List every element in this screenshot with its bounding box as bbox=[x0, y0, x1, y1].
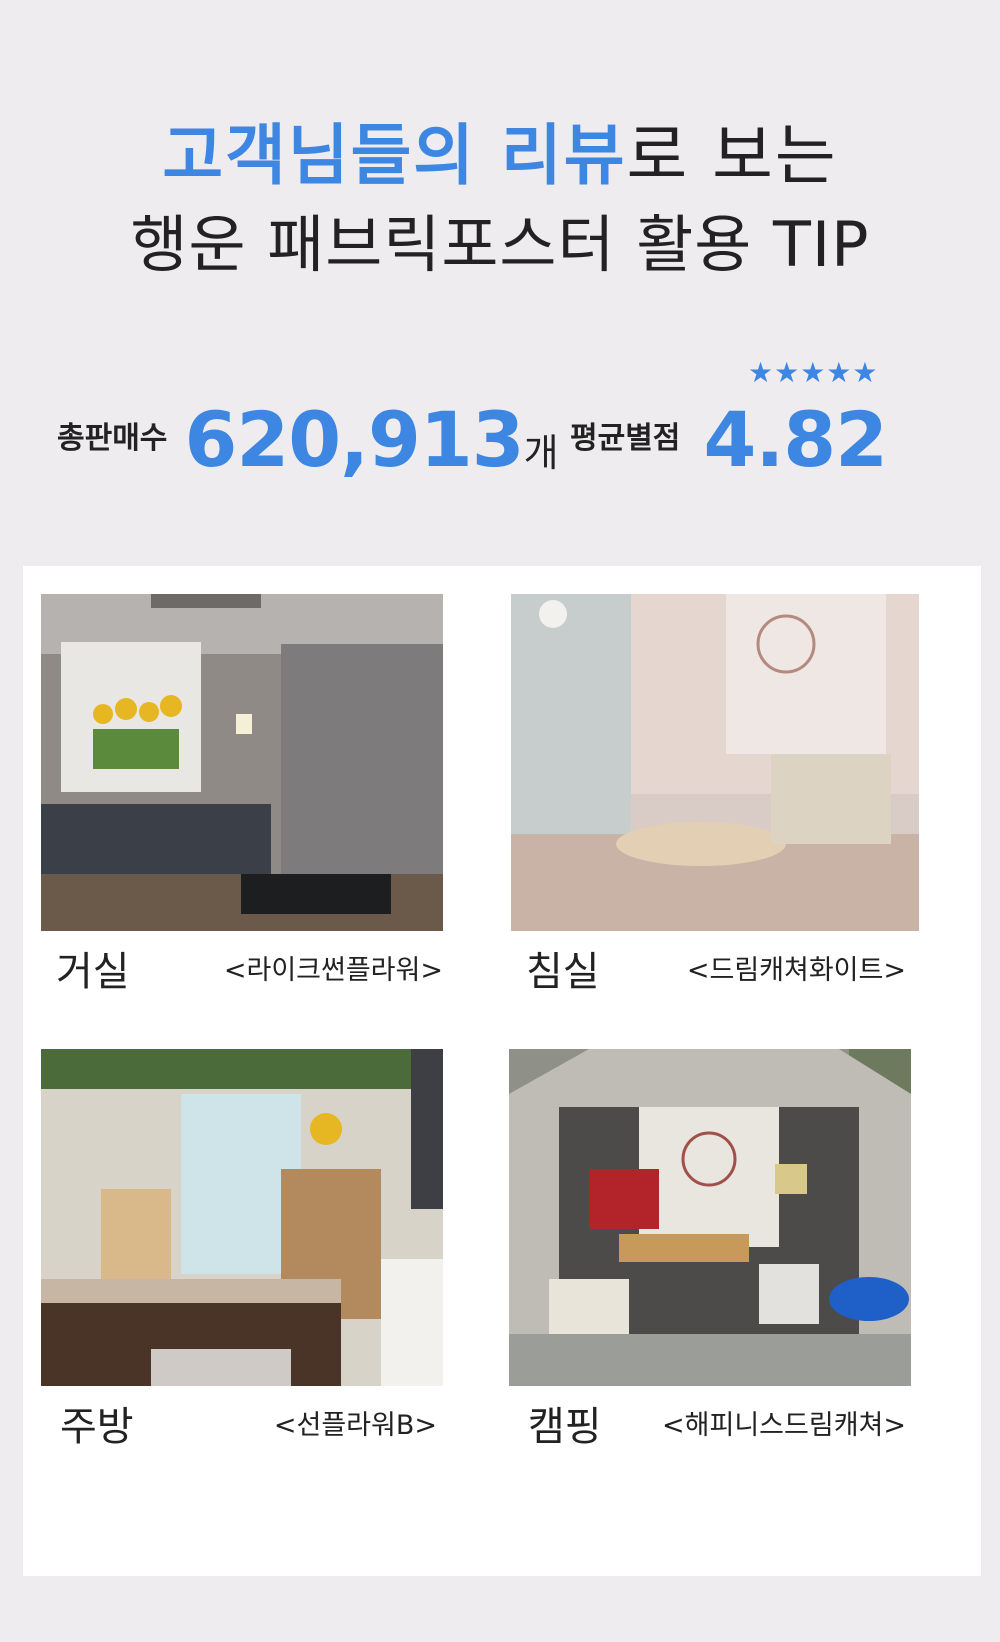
rating-stat: 평균별점 4.82 bbox=[570, 395, 889, 484]
sales-value: 620,913 bbox=[184, 395, 525, 484]
kitchen-label: 주방 bbox=[60, 1404, 134, 1450]
living-room-photo bbox=[41, 594, 443, 931]
bedroom-label: 침실 bbox=[526, 949, 600, 995]
kitchen-photo bbox=[41, 1049, 443, 1386]
living-room-label: 거실 bbox=[56, 949, 130, 995]
sales-label: 총판매수 bbox=[57, 421, 168, 456]
gallery-card: 거실 <라이크썬플라워> 침실 <드림캐쳐화이트> 주방 <선플라워B> 캠핑 … bbox=[23, 566, 981, 1576]
headline: 고객님들의 리뷰로 보는 행운 패브릭포스터 활용 TIP bbox=[0, 112, 1000, 290]
camping-label: 캠핑 bbox=[528, 1404, 602, 1450]
camping-photo bbox=[509, 1049, 911, 1386]
rating-stars-icon: ★★★★★ bbox=[748, 356, 879, 389]
rating-label: 평균별점 bbox=[570, 421, 681, 456]
headline-plain: 로 보는 bbox=[626, 117, 838, 194]
sales-stat: 총판매수 620,913개 bbox=[57, 395, 559, 484]
rating-value: 4.82 bbox=[703, 395, 889, 484]
bedroom-photo bbox=[511, 594, 919, 931]
headline-line2: 행운 패브릭포스터 활용 TIP bbox=[130, 208, 870, 281]
bedroom-product: <드림캐쳐화이트> bbox=[686, 955, 906, 986]
camping-product: <해피니스드림캐쳐> bbox=[662, 1410, 906, 1441]
headline-accent: 고객님들의 리뷰 bbox=[162, 117, 627, 194]
sales-unit: 개 bbox=[523, 431, 559, 475]
living-room-product: <라이크썬플라워> bbox=[223, 955, 443, 986]
headline-line1: 고객님들의 리뷰로 보는 bbox=[0, 112, 1000, 200]
kitchen-product: <선플라워B> bbox=[273, 1410, 437, 1441]
